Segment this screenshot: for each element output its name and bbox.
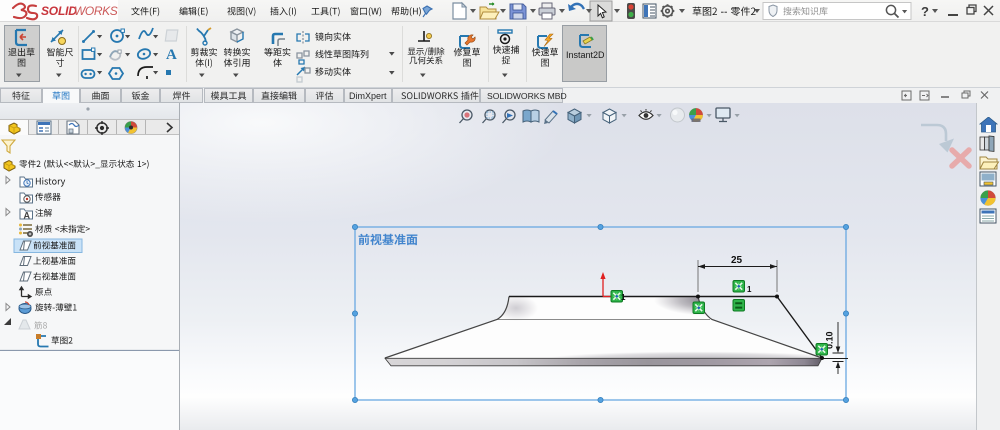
svg-text:25: 25 [731, 255, 743, 266]
svg-text:Instant2D: Instant2D [566, 50, 605, 60]
svg-text:A: A [24, 211, 31, 221]
svg-text:1: 1 [747, 285, 752, 294]
svg-text:?: ? [921, 4, 929, 19]
svg-text:1: 1 [621, 293, 626, 302]
svg-text:SOLIDWORKS MBD: SOLIDWORKS MBD [487, 91, 567, 101]
svg-text:A: A [166, 47, 177, 63]
svg-text:DimXpert: DimXpert [349, 91, 387, 101]
